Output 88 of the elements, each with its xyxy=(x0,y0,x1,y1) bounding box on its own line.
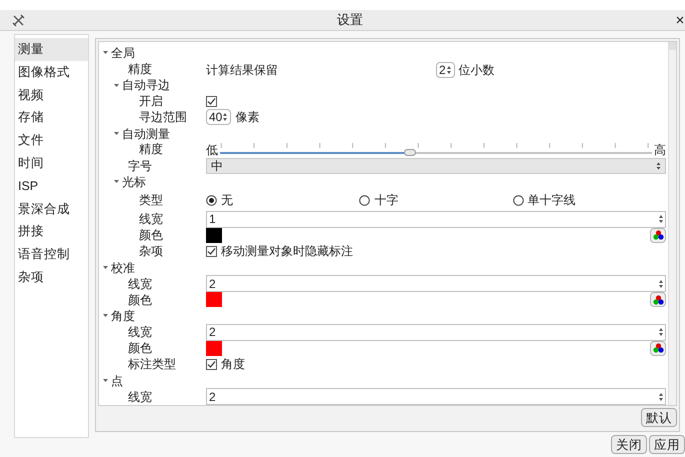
radio-option[interactable]: 单十字线 xyxy=(512,191,666,210)
sidebar-item[interactable]: 存储 xyxy=(15,106,88,130)
group-label: 光标 xyxy=(122,176,146,188)
range-spinbox[interactable]: 40 xyxy=(206,109,232,126)
setting-label: 颜色 xyxy=(138,229,163,242)
decimals-spinbox[interactable]: 2 xyxy=(436,62,455,78)
setting-label: 开启 xyxy=(138,95,163,108)
sidebar-item[interactable]: 图像格式 xyxy=(15,60,88,84)
line-width-spinbox[interactable]: 2 xyxy=(206,275,666,292)
radio-selected-icon[interactable] xyxy=(206,194,217,206)
scrollbar[interactable] xyxy=(668,42,676,405)
value-text: 计算结果保留 xyxy=(206,62,279,79)
window-title: 设置 xyxy=(337,11,363,30)
expanded-arrow-icon[interactable] xyxy=(114,131,119,136)
checked-checkbox-icon[interactable] xyxy=(206,96,217,107)
dropdown-arrows-icon xyxy=(656,162,661,170)
setting-label: 精度 xyxy=(138,143,163,156)
checked-checkbox-icon[interactable] xyxy=(206,246,217,257)
unit-label: 像素 xyxy=(235,109,260,126)
radio-icon[interactable] xyxy=(512,194,524,206)
setting-label: 标注类型 xyxy=(127,358,176,370)
sidebar-item[interactable]: 时间 xyxy=(15,152,88,175)
unit-label: 位小数 xyxy=(458,62,495,79)
sidebar-item[interactable]: 视频 xyxy=(15,84,88,106)
setting-label: 线宽 xyxy=(127,278,152,290)
setting-label: 线宽 xyxy=(138,212,163,225)
radio-option[interactable]: 十字 xyxy=(359,191,513,210)
setting-label: 精度 xyxy=(127,63,152,76)
slider-min-label: 低 xyxy=(206,144,218,158)
spin-arrows-icon[interactable] xyxy=(446,64,452,76)
group-label: 点 xyxy=(111,374,123,387)
checked-checkbox-icon[interactable] xyxy=(206,358,217,370)
setting-label: 杂项 xyxy=(138,245,163,258)
group-label: 角度 xyxy=(111,310,135,322)
spin-arrows-icon[interactable] xyxy=(658,278,664,290)
line-width-spinbox[interactable]: 2 xyxy=(206,324,666,341)
close-button[interactable]: 关闭 xyxy=(611,435,647,454)
expanded-arrow-icon[interactable] xyxy=(103,313,108,318)
expanded-arrow-icon[interactable] xyxy=(103,265,108,270)
sidebar-item[interactable]: 杂项 xyxy=(15,266,88,289)
setting-label: 寻边范围 xyxy=(138,111,187,124)
expanded-arrow-icon[interactable] xyxy=(103,378,108,384)
precision-slider[interactable] xyxy=(220,143,652,158)
checkbox-label: 移动测量对象时隐藏标注 xyxy=(221,243,353,260)
color-swatch[interactable] xyxy=(206,292,222,308)
sidebar-item[interactable]: 文件 xyxy=(15,129,88,152)
color-circles-icon xyxy=(652,343,664,354)
group-label: 全局 xyxy=(111,46,135,59)
color-circles-icon xyxy=(652,230,664,240)
setting-label: 类型 xyxy=(138,194,163,206)
apply-button[interactable]: 应用 xyxy=(649,435,685,454)
slider-max-label: 高 xyxy=(654,144,666,158)
checkbox-label: 角度 xyxy=(221,356,245,374)
group-label: 自动测量 xyxy=(122,128,170,140)
line-width-spinbox[interactable]: 1 xyxy=(206,210,666,228)
line-width-spinbox[interactable]: 2 xyxy=(206,388,666,405)
setting-label: 字号 xyxy=(127,160,152,172)
color-circles-icon xyxy=(652,294,664,305)
close-button[interactable]: × xyxy=(675,12,685,28)
setting-label: 颜色 xyxy=(127,342,152,354)
color-swatch[interactable] xyxy=(206,340,222,356)
expanded-arrow-icon[interactable] xyxy=(114,82,119,88)
spin-arrows-icon[interactable] xyxy=(658,390,664,403)
color-picker-button[interactable] xyxy=(650,292,666,308)
color-picker-button[interactable] xyxy=(650,340,666,356)
tools-icon xyxy=(12,14,25,26)
setting-label: 线宽 xyxy=(127,390,152,403)
setting-label: 颜色 xyxy=(127,294,152,306)
group-label: 自动寻边 xyxy=(122,79,170,92)
default-button[interactable]: 默认 xyxy=(641,408,677,427)
slider-thumb[interactable] xyxy=(404,149,416,156)
setting-label: 线宽 xyxy=(127,326,152,338)
expanded-arrow-icon[interactable] xyxy=(103,50,108,56)
color-swatch[interactable] xyxy=(206,228,222,243)
radio-icon[interactable] xyxy=(359,194,370,206)
sidebar-item[interactable]: 测量 xyxy=(15,38,88,61)
group-label: 校准 xyxy=(111,262,135,274)
color-picker-button[interactable] xyxy=(650,228,666,243)
sidebar-item[interactable]: 拼接 xyxy=(15,220,88,244)
spin-arrows-icon[interactable] xyxy=(658,326,664,338)
spin-arrows-icon[interactable] xyxy=(222,111,228,124)
sidebar-item[interactable]: ISP xyxy=(15,174,88,198)
sidebar-item[interactable]: 景深合成 xyxy=(15,198,88,220)
spin-arrows-icon[interactable] xyxy=(658,213,664,226)
radio-option[interactable]: 无 xyxy=(206,191,360,210)
font-size-dropdown[interactable]: 中 xyxy=(206,158,666,174)
sidebar-item[interactable]: 语音控制 xyxy=(15,243,88,266)
expanded-arrow-icon[interactable] xyxy=(114,179,119,184)
